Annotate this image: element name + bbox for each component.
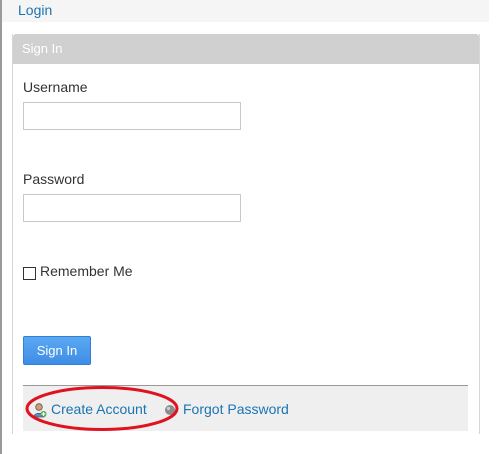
top-bar: Login	[2, 0, 489, 22]
panel-title: Sign In	[22, 41, 63, 56]
login-link[interactable]: Login	[18, 1, 52, 19]
create-account-link[interactable]: Create Account	[51, 401, 147, 418]
account-links-bar: Create Account Forgot Password	[23, 385, 468, 431]
forgot-password-link[interactable]: Forgot Password	[183, 401, 289, 418]
page: Login Sign In Username Password Remember…	[0, 0, 501, 454]
sign-in-button[interactable]: Sign In	[23, 336, 91, 365]
password-input[interactable]	[23, 194, 241, 222]
left-border	[0, 0, 2, 454]
username-input[interactable]	[23, 102, 241, 130]
gray-bullet-icon	[165, 405, 175, 415]
panel-header: Sign In	[13, 34, 479, 64]
sign-in-panel: Sign In Username Password Remember Me Si…	[12, 34, 480, 434]
remember-me-label[interactable]: Remember Me	[40, 263, 133, 280]
remember-me-checkbox[interactable]	[23, 267, 36, 280]
password-label: Password	[23, 171, 85, 187]
add-user-icon	[33, 403, 47, 418]
username-label: Username	[23, 79, 88, 95]
